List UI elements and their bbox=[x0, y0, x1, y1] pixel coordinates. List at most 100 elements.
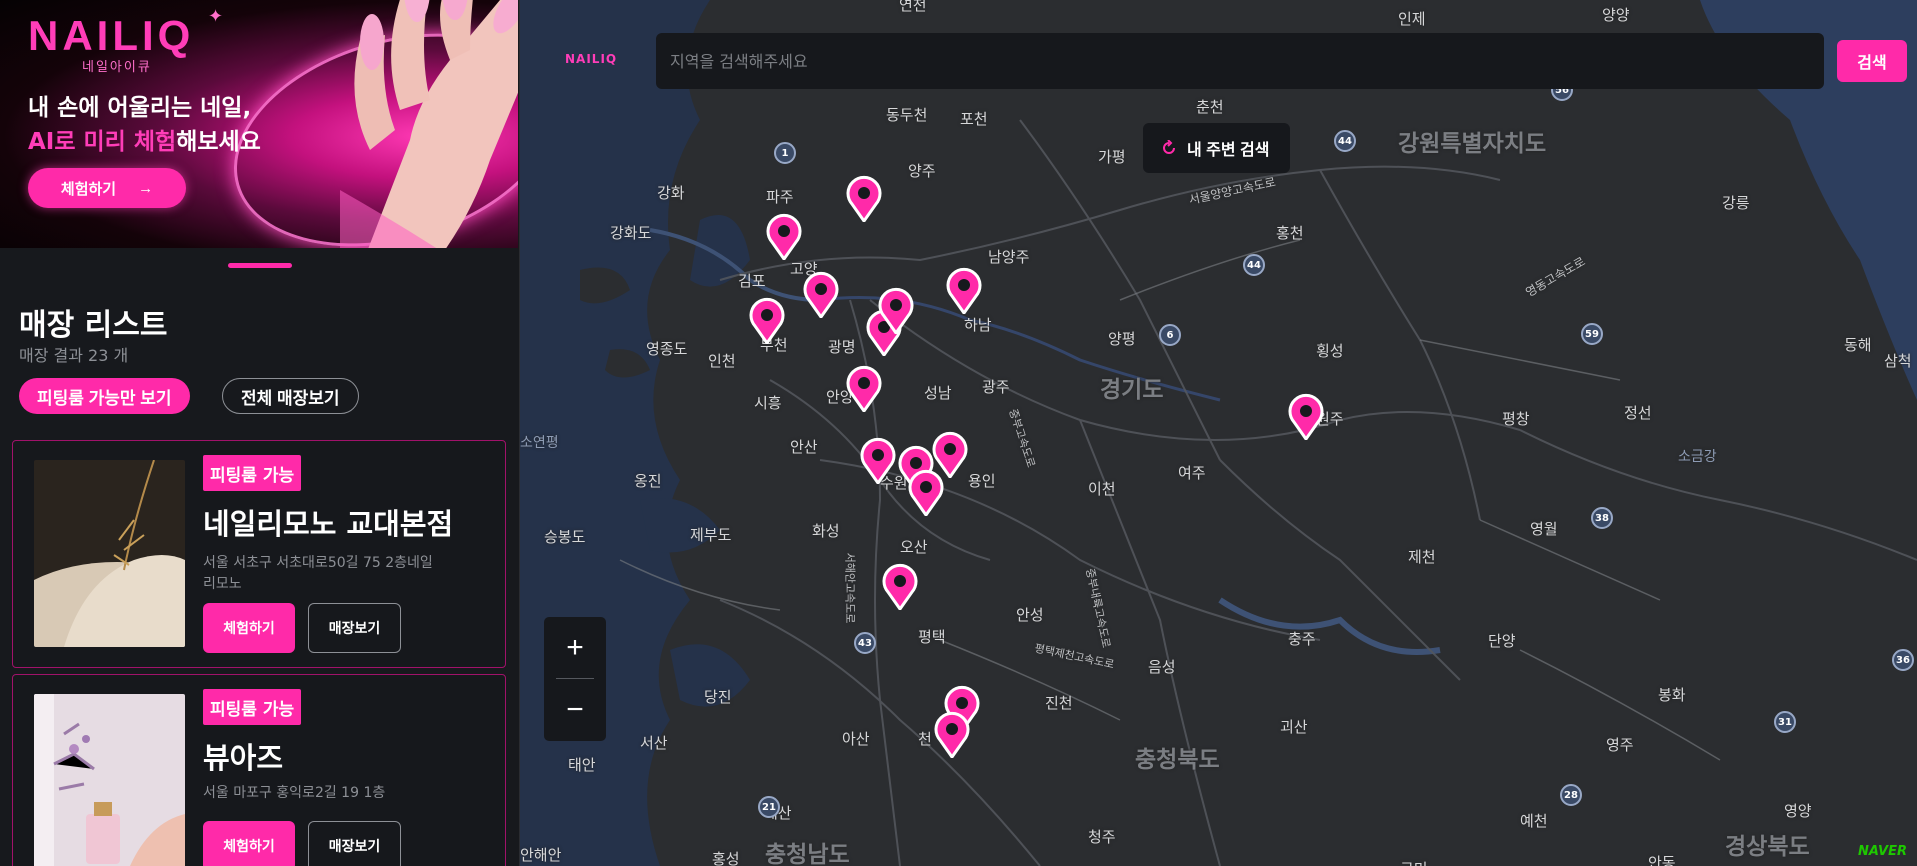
city-label: 평창 bbox=[1502, 410, 1530, 428]
carousel-indicator[interactable] bbox=[228, 263, 292, 268]
banner-try-button[interactable]: 체험하기 → bbox=[28, 168, 186, 208]
city-label: 하남 bbox=[964, 316, 992, 334]
road-shield: 28 bbox=[1560, 784, 1582, 806]
banner-headline-rest: 해보세요 bbox=[176, 129, 261, 155]
store-thumbnail bbox=[34, 460, 185, 647]
city-label: 인제 bbox=[1398, 10, 1426, 28]
city-label: 강화도 bbox=[610, 224, 652, 242]
store-pin-icon[interactable] bbox=[932, 710, 972, 758]
water-label: 소연평 bbox=[520, 435, 559, 451]
search-button[interactable]: 검색 bbox=[1837, 40, 1907, 82]
city-label: 진천 bbox=[1045, 694, 1073, 712]
city-label: 영주 bbox=[1606, 736, 1634, 754]
city-label: 홍성 bbox=[712, 850, 740, 866]
store-try-button[interactable]: 체험하기 bbox=[203, 821, 295, 866]
city-label: 영월 bbox=[1530, 520, 1558, 538]
city-label: 연천 bbox=[899, 0, 927, 14]
search-bar bbox=[656, 33, 1824, 89]
store-pin-icon[interactable] bbox=[747, 296, 787, 344]
filter-fitting-room-button[interactable]: 피팅룸 가능만 보기 bbox=[19, 378, 190, 414]
city-label: 용인 bbox=[968, 472, 996, 490]
city-label: 승봉도 bbox=[544, 528, 586, 546]
road-shield: 44 bbox=[1334, 130, 1356, 152]
store-pin-icon[interactable] bbox=[944, 266, 984, 314]
city-label: 강화 bbox=[657, 184, 685, 202]
city-label: 동두천 bbox=[886, 106, 928, 124]
city-label: 천 bbox=[918, 730, 932, 748]
city-label: 충주 bbox=[1288, 630, 1316, 648]
city-label: 김포 bbox=[738, 272, 766, 290]
store-name[interactable]: 네일리모노 교대본점 bbox=[203, 501, 453, 543]
city-label: 청주 bbox=[1088, 828, 1116, 846]
store-pin-icon[interactable] bbox=[858, 436, 898, 484]
city-label: 평택 bbox=[918, 628, 946, 646]
road-shield: 43 bbox=[854, 632, 876, 654]
store-list-title: 매장 리스트 bbox=[19, 308, 168, 343]
store-pin-icon[interactable] bbox=[801, 270, 841, 318]
city-label: 안해안 bbox=[520, 846, 562, 864]
region-label: 경상북도 bbox=[1725, 834, 1810, 860]
store-pin-icon[interactable] bbox=[844, 364, 884, 412]
region-label: 강원특별자치도 bbox=[1398, 131, 1547, 157]
app-root: NAILIQ ✦ 네일아이큐 내 손에 어울리는 네일, AI로 미리 체험해보… bbox=[0, 0, 1917, 866]
road-shield: 31 bbox=[1774, 711, 1796, 733]
store-result-count: 매장 결과 23 개 bbox=[19, 346, 129, 365]
store-pin-icon[interactable] bbox=[764, 212, 804, 260]
city-label: 여주 bbox=[1178, 464, 1206, 482]
store-name[interactable]: 뷰아즈 bbox=[203, 735, 283, 777]
city-label: 오산 bbox=[900, 538, 928, 556]
city-label: 양평 bbox=[1108, 330, 1136, 348]
city-label: 제부도 bbox=[690, 526, 732, 544]
store-pin-icon[interactable] bbox=[844, 174, 884, 222]
city-label: 봉화 bbox=[1658, 686, 1686, 704]
banner-headline-2: AI로 미리 체험해보세요 bbox=[28, 122, 261, 156]
store-card[interactable]: 피팅룸 가능 뷰아즈 서울 마포구 홍익로2길 19 1층 체험하기 매장보기 bbox=[12, 674, 506, 866]
store-pin-icon[interactable] bbox=[906, 468, 946, 516]
promo-banner[interactable]: NAILIQ ✦ 네일아이큐 내 손에 어울리는 네일, AI로 미리 체험해보… bbox=[0, 0, 518, 248]
water-label: 소금강 bbox=[1678, 449, 1717, 465]
city-label: 양주 bbox=[908, 162, 936, 180]
city-label: 화성 bbox=[812, 522, 840, 540]
city-label: 삼척 bbox=[1884, 352, 1912, 370]
nearby-search-label: 내 주변 검색 bbox=[1187, 142, 1270, 159]
store-view-button[interactable]: 매장보기 bbox=[308, 821, 401, 866]
store-pin-icon[interactable] bbox=[876, 286, 916, 334]
city-label: 단양 bbox=[1488, 632, 1516, 650]
city-label: 안성 bbox=[1016, 606, 1044, 624]
city-label: 아산 bbox=[842, 730, 870, 748]
region-label: 경기도 bbox=[1100, 377, 1164, 403]
city-label: 강릉 bbox=[1722, 194, 1750, 212]
filter-all-stores-button[interactable]: 전체 매장보기 bbox=[222, 378, 359, 414]
store-view-button[interactable]: 매장보기 bbox=[308, 603, 401, 653]
store-pin-icon[interactable] bbox=[1286, 392, 1326, 440]
city-label: 포천 bbox=[960, 110, 988, 128]
city-label: 동해 bbox=[1844, 336, 1872, 354]
road-shield: 21 bbox=[758, 796, 780, 818]
city-label: 영종도 bbox=[646, 340, 688, 358]
city-label: 광주 bbox=[982, 378, 1010, 396]
store-try-button[interactable]: 체험하기 bbox=[203, 603, 295, 653]
road-shield: 44 bbox=[1243, 254, 1265, 276]
road-label: 서해안고속도로 bbox=[843, 552, 857, 624]
road-shield: 36 bbox=[1892, 649, 1914, 671]
city-label: 구미 bbox=[1400, 858, 1428, 866]
fitting-room-badge: 피팅룸 가능 bbox=[203, 455, 302, 491]
refresh-icon bbox=[1163, 140, 1175, 154]
zoom-out-button[interactable]: − bbox=[544, 679, 606, 741]
city-label: 파주 bbox=[766, 188, 794, 206]
city-label: 이천 bbox=[1088, 480, 1116, 498]
road-shield: 38 bbox=[1591, 507, 1613, 529]
city-label: 춘천 bbox=[1196, 98, 1224, 116]
road-shield: 6 bbox=[1159, 324, 1181, 346]
nearby-search-button[interactable]: 내 주변 검색 bbox=[1143, 123, 1290, 173]
region-search-input[interactable] bbox=[670, 33, 1810, 89]
banner-try-label: 체험하기 bbox=[60, 180, 117, 198]
city-label: 제천 bbox=[1408, 548, 1436, 566]
zoom-in-button[interactable]: + bbox=[544, 617, 606, 679]
fitting-room-badge: 피팅룸 가능 bbox=[203, 689, 302, 725]
store-pin-icon[interactable] bbox=[880, 562, 920, 610]
store-card[interactable]: 피팅룸 가능 네일리모노 교대본점 서울 서초구 서초대로50길 75 2층네일… bbox=[12, 440, 506, 668]
region-label: 충청북도 bbox=[1135, 747, 1220, 773]
banner-highlight: AI로 미리 체험 bbox=[28, 129, 177, 155]
zoom-controls: + − bbox=[544, 617, 606, 741]
